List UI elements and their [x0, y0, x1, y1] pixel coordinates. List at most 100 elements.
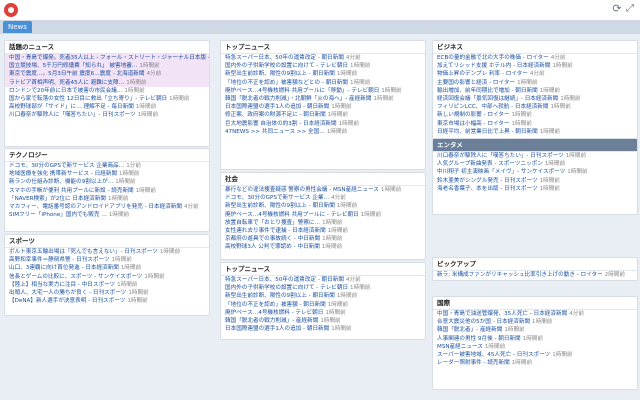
news-link[interactable]: 加えてリシッド支援 ホテル内 - 日本経済新聞 1時間前 [433, 62, 637, 70]
news-link[interactable]: 「地位の不正を認め」被害額などとの - 朝日新聞 1時間前 [221, 79, 425, 87]
news-headline: スーパー被害地域、45人死亡 - 日刊スポーツ [437, 352, 551, 359]
news-link[interactable]: 廃炉ペース…4号機核燃料 - テレビ朝日 1時間前 [221, 309, 425, 317]
news-link[interactable]: MSN産経ニュース 1時間前 [433, 343, 637, 351]
news-link[interactable]: 修正案、政府案の財源不足に - 朝日新聞 1時間前 [221, 111, 425, 119]
news-link[interactable]: ドコモ、30分のGPSで新サービス 企業… 4分前 [221, 194, 425, 202]
news-link[interactable]: 【DeNA】新人選手が決意表明 - 日刊スポーツ 1時間前 [5, 297, 209, 305]
refresh-icon[interactable]: ⟳ [611, 3, 623, 15]
news-headline: 京都府の遊具での事故続く - 中日新聞 [225, 236, 321, 243]
news-link[interactable]: スーパー被害地域、45人死亡 - 日刊スポーツ 1時間前 [433, 351, 637, 359]
news-link[interactable]: 【陸上】相当な実力に注目 - 中日スポーツ 1時間前 [5, 281, 209, 289]
app-logo[interactable] [4, 3, 18, 17]
news-panel: トップニュース 特急スーパー日本、50年の運賃改定 - 朝日新聞 4分前 国内外の子供… [220, 262, 426, 340]
news-link[interactable]: ロンドンで20年前に日本で被害の市民会議… 1時間前 [5, 87, 209, 95]
news-headline: MSN産経ニュース [437, 343, 483, 350]
news-link[interactable]: 中川翔子 初主演映画「メイヴ」- サンケイスポーツ 1時間前 [433, 168, 637, 176]
news-link[interactable]: 鈴木亜美がシングル発売 - 日刊スポーツ 1時間前 [433, 177, 637, 185]
news-link[interactable]: ボルト東京五輪出場は「死んでも言えない」- 日刊スポーツ 1時間前 [5, 248, 209, 256]
news-link[interactable]: 新しい規制の影響 - ロイター 1時間前 [433, 111, 637, 119]
news-link[interactable]: 新ラ; 米構成ファンがリキャッシュ比率引き上げの動き - ロイター 2時間前 [433, 271, 637, 279]
news-link[interactable]: 東京市場は小幅高 - ロイター 1時間前 [433, 120, 637, 128]
news-time: 1時間前 [567, 169, 588, 176]
news-link[interactable]: 新型出生前診断、陽性の9割以上 - 朝日新聞 1時間前 [221, 70, 425, 78]
news-link[interactable]: 輸出増加、前年同期比で増加 - 朝日新聞 1時間前 [433, 87, 637, 95]
news-link[interactable]: レーダー照射事件 - 読売新聞 1時間前 [433, 359, 637, 367]
news-link[interactable]: 特急スーパー日本、50年の運賃改定 - 朝日新聞 4分前 [221, 54, 425, 62]
news-time: 1時間前 [336, 71, 358, 78]
news-link[interactable]: マカフィー、電話番号認のアンドロイドアプリを発売 - 日本経済新聞 4分前 [5, 203, 209, 211]
news-panel: ピックアップ 新ラ; 米構成ファンがリキャッシュ比率引き上げの動き - ロイター 2… [432, 257, 638, 281]
news-headline: ドコモ、30分のGPSで新サービス 企業商品… [9, 163, 125, 169]
panel-title: トップニュース [221, 41, 425, 54]
news-link[interactable]: スマホの手帳が便利 共用プールに新設 - 読売新聞 1時間前 [5, 187, 209, 195]
news-panel: トップニュース 特急スーパー日本、50年の運賃改定 - 朝日新聞 4分前 国内外の子供… [220, 40, 426, 170]
news-headline: 中川翔子 初主演映画「メイヴ」- サンケイスポーツ [437, 169, 566, 176]
news-link[interactable]: ラトビア首相声明、死者45人に 避難に支障… 1時間前 [5, 78, 209, 87]
news-link[interactable]: 高野和幸事件＝静岡県警 - 日刊スポーツ 1時間前 [5, 256, 209, 264]
news-link[interactable]: フィリピンLCC、中部へ就航 - 日本経済新聞 1時間前 [433, 103, 637, 111]
news-link[interactable]: 国から家で転落の女性 12日目に救出「立ち寄り」- テレビ朝日 1時間前 [5, 95, 209, 103]
news-link[interactable]: 特急スーパー日本、50年の運賃改定 - 朝日新聞 4分前 [221, 276, 425, 284]
news-time: 4分前 [146, 71, 162, 78]
news-headline: ロンドンで20年前に日本で被害の市民会議… [9, 87, 123, 94]
news-link[interactable]: ECBの量的金融で北の大手の株価 - ロイター 4分前 [433, 54, 637, 62]
news-link[interactable]: 女性連れ去り事件で逮捕 - 日本経済新聞 1時間前 [221, 227, 425, 235]
news-headline: フィリピンLCC、中部へ就航 - 日本経済新聞 [437, 104, 549, 111]
news-panel: エンタメ 川口春奈が駆除人に「嘆答ちたい」- 日刊スポーツ 1時間前 人気グループ新曲… [432, 138, 638, 215]
news-link[interactable]: 出頭人、大宅一人の勝ちが良く - 日刊スポーツ 1時間前 [5, 289, 209, 297]
news-link[interactable]: 巨大地震影響 自治体の約3割 - 日本経済新聞 1時間前 [221, 120, 425, 128]
news-link[interactable]: 国立競技場、5千万円修繕費「知られ」 被害地審… 1時間前 [5, 62, 209, 71]
news-time: 1時間前 [539, 177, 560, 184]
news-link[interactable]: 新ランの仕組み診断、機能の9割以上が… 1時間前 [5, 178, 209, 186]
news-link[interactable]: 中国・青島で爆発。死者35人以上 - フォール・ストリート・ジャーナル日本版4分… [5, 54, 209, 63]
tab-news[interactable]: News [3, 21, 32, 33]
news-link[interactable]: 物価上昇のデンプレ 利率 - ロイター 4分前 [433, 70, 637, 78]
news-link[interactable]: 国内外の子供新学校の設置に向けて - テレビ朝日 1時間前 [221, 62, 425, 70]
news-headline: 人気グループ新曲発表 - スポーツニッポン [437, 161, 543, 168]
news-panel: テクノロジー ドコモ、30分のGPSで新サービス 企業商品… 1分前 地域医療を強化 … [4, 148, 210, 232]
news-link[interactable]: 高校野球部が「サイド」に… 理解不足 - 毎日新聞 1時間前 [5, 103, 209, 111]
news-link[interactable]: 東京で震度…。5月3日午前 震度6…震度 - 北海道新聞 4分前 [5, 70, 209, 79]
news-link[interactable]: 合意大震災他の5か国 - 日本経済新聞 1時間前 [433, 318, 637, 326]
news-headline: 日経平均、前営業日比で上昇 - 朝日新聞 [437, 128, 538, 135]
news-link[interactable]: 「NAVER検索」が2位に 日本経済新聞 1時間前 [5, 195, 209, 203]
top-bar: ⟳ ⤢ [0, 0, 640, 21]
news-link[interactable]: 「地位の不正を認め」被害額 - 朝日新聞 1時間前 [221, 301, 425, 309]
news-link[interactable]: 廃炉ペース…4号機核燃料 共用プールに - テレビ朝日 1時間前 [221, 211, 425, 219]
news-link[interactable]: 川口春奈が駆除人に「嘆答ちたい」- 日刊スポーツ 1時間前 [5, 111, 209, 119]
news-link[interactable]: 韓国「脱北者の戦力削減」- 産経新聞 1時間前 [221, 317, 425, 325]
news-time: 1分前 [126, 163, 141, 169]
news-link[interactable]: 新型出生前診断、陽性の9割以上 - 朝日新聞 1時間前 [221, 202, 425, 210]
news-link[interactable]: 海老名香葉子、本を出版 - 日刊スポーツ 1時間前 [433, 185, 637, 193]
news-time: 1時間前 [539, 87, 561, 94]
news-link[interactable]: 京都府の遊具での事故続く - 中日新聞 1時間前 [221, 235, 425, 243]
news-link[interactable]: 山口、3連覇に向け首位発進 - 日本経済新聞 1時間前 [5, 264, 209, 272]
news-link[interactable]: 中国・青島で油送管爆発、35人死亡 - 日本経済新聞 4分前 [433, 310, 637, 318]
news-link[interactable]: SIMフリー「iPhone」国内でも販売 … 1時間前 [5, 211, 209, 219]
news-link[interactable]: 日本国際連盟の選手1人の追加 - 朝日新聞 1時間前 [221, 325, 425, 333]
news-link[interactable]: 信長とゲームの比較に、スポーツ - サンケイスポーツ 1時間前 [5, 273, 209, 281]
news-headline: 放置自転車で「おとり捜査」警察に… [225, 219, 321, 226]
news-link[interactable]: ドコモ、30分のGPSで新サービス 企業商品… 1分前 [5, 162, 209, 170]
news-time: 1時間前 [539, 185, 560, 192]
news-link[interactable]: 日経平均、前営業日比で上昇 - 朝日新聞 1時間前 [433, 128, 637, 136]
news-link[interactable]: 人事関連の男性 9月後 - 朝日新聞 1時間前 [433, 335, 637, 343]
news-link[interactable]: 高校野球3人 公判で罪認め - 中日新聞 1時間前 [221, 243, 425, 251]
news-link[interactable]: 放置自転車で「おとり捜査」警察に… 1時間前 [221, 219, 425, 227]
news-link[interactable]: 廃炉ペース…4号機核燃料 共用プールに「移動」- テレビ朝日 1時間前 [221, 87, 425, 95]
news-link[interactable]: 暴行などの違法捜査疑惑 警察の男性会議 - MSN産経ニュース 1時間前 [221, 186, 425, 194]
news-link[interactable]: 韓国「脱北者の戦力削減」・北朝鮮「火の海へ」- 産経新聞 1時間前 [221, 95, 425, 103]
news-link[interactable]: 47NEWS >> 共同ニュース >> 全国… 1時間前 [221, 128, 425, 136]
news-link[interactable]: 国内外の子供新学校の設置に向けて - テレビ朝日 1時間前 [221, 284, 425, 292]
news-link[interactable]: 主要国の影響と経済 - ロイター 1時間前 [433, 79, 637, 87]
news-link[interactable]: 人気グループ新曲発表 - スポーツニッポン 1時間前 [433, 160, 637, 168]
news-link[interactable]: 川口春奈が駆除人に「嘆答ちたい」- 日刊スポーツ 1時間前 [433, 152, 637, 160]
news-link[interactable]: 新型出生前診断、陽性の9割以上 - 朝日新聞 1時間前 [221, 292, 425, 300]
news-headline: レーダー照射事件 - 読売新聞 [437, 360, 510, 367]
news-link[interactable]: 地域医療を強化 携帯新サービス - 日経新聞 1時間前 [5, 170, 209, 178]
news-link[interactable]: 経済回復会議「景気回復は継続」- 日本経済新聞 1時間前 [433, 95, 637, 103]
news-link[interactable]: 日本国際連盟の選手1人の追加 - 朝日新聞 1時間前 [221, 103, 425, 111]
expand-icon[interactable]: ⤢ [624, 3, 636, 15]
news-time: 1時間前 [565, 153, 587, 159]
news-link[interactable]: 韓国「脱北者」- 産経新聞 1時間前 [433, 326, 637, 334]
